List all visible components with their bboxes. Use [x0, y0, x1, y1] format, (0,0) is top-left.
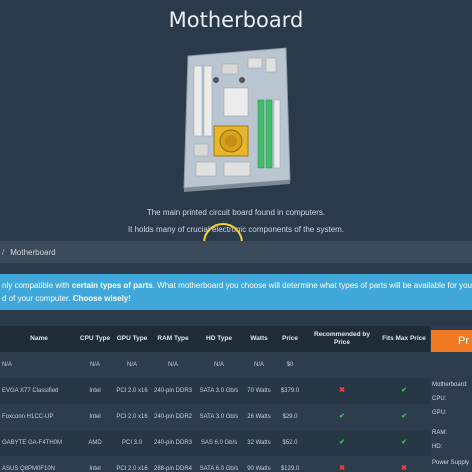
col-header-cpu-type: CPU Type — [79, 335, 111, 342]
cell-ram-type: 240-pin DDR3 — [153, 440, 193, 446]
breadcrumb-current[interactable]: Motherboard — [10, 248, 55, 257]
info-line-2: d of your computer. Choose wisely! — [2, 294, 131, 303]
cell-hd-type: SATA 6.0 Gb/s — [199, 466, 239, 472]
cell-price: $379.0 — [280, 388, 300, 394]
cell-recommended: ✔ — [306, 404, 378, 430]
cell-gpu-type: PCI 2.0 x16 — [116, 414, 148, 420]
info-line-1: nly compatible with certain types of par… — [2, 281, 472, 290]
col-header-gpu-type: GPU Type — [116, 335, 148, 342]
col-header-watts: Watts — [250, 335, 268, 342]
cell-cpu-type: N/A — [89, 362, 100, 368]
summary-label-gpu: GPU: — [432, 410, 447, 416]
cell-name: Foxconn H1CC-UP — [2, 414, 54, 420]
cell-watts: N/A — [253, 362, 264, 368]
summary-label-hd: HD: — [432, 444, 443, 450]
cell-price: $0 — [286, 362, 294, 368]
price-button[interactable]: Pr — [431, 330, 472, 352]
summary-label-motherboard: Motherboard: — [432, 382, 468, 388]
cell-fits-max-price: ✔ — [378, 404, 430, 430]
table-row[interactable]: Foxconn H1CC-UP Intel PCI 2.0 x16 240-pin D… — [0, 404, 430, 430]
col-header-hd-type: HD Type — [206, 335, 232, 342]
breadcrumb-separator: / — [2, 247, 5, 257]
cell-recommended: ✖ — [306, 456, 378, 472]
cell-fits-max-price: ✖ — [378, 456, 430, 472]
cell-price: $29.0 — [282, 414, 298, 420]
cell-gpu-type: PCI 2.0 x16 — [116, 466, 148, 472]
cell-hd-type: N/A — [213, 362, 224, 368]
col-header-ram-type: RAM Type — [157, 335, 189, 342]
cell-ram-type: 240-pin DDR2 — [153, 414, 193, 420]
cell-cpu-type: Intel — [89, 388, 101, 394]
build-summary-panel: Pr Motherboard: CPU: GPU: RAM: HD: Power… — [430, 326, 472, 472]
cell-recommended — [306, 352, 378, 378]
cell-fits-max-price: ✔ — [378, 430, 430, 456]
col-header-recommended: Recommended by Price — [314, 331, 370, 346]
description-line-1: The main printed circuit board found in … — [146, 208, 326, 217]
cell-recommended: ✔ — [306, 430, 378, 456]
cell-watts: 32 Watts — [247, 440, 271, 446]
cell-ram-type: N/A — [167, 362, 178, 368]
cell-cpu-type: AMD — [88, 440, 102, 446]
summary-label-ram: RAM: — [432, 430, 447, 436]
x-mark-icon: ✖ — [339, 387, 345, 394]
cell-watts: 26 Watts — [247, 414, 271, 420]
motherboard-icon — [183, 47, 291, 192]
cell-hd-type: SATA 3.0 Gb/s — [199, 414, 239, 420]
cell-gpu-type: PCI 2.0 x16 — [116, 388, 148, 394]
cell-recommended: ✖ — [306, 378, 378, 404]
cell-name: GABYTE GA-F4TH0M — [2, 440, 63, 446]
table-row[interactable]: ASUS Q8PM0F10N Intel PCI 2.0 x16 288-pin DD… — [0, 456, 430, 472]
cell-watts: 70 Watts — [247, 388, 271, 394]
cell-cpu-type: Intel — [89, 414, 101, 420]
x-mark-icon: ✖ — [401, 465, 407, 472]
breadcrumb: / Motherboard — [0, 241, 472, 263]
cell-gpu-type: PCI 3.0 — [121, 440, 142, 446]
summary-label-power-supply: Power Supply — [432, 460, 470, 466]
cell-name: EVGA X77 Classified — [2, 388, 59, 394]
summary-label-cpu: CPU: — [432, 396, 447, 402]
x-mark-icon: ✖ — [339, 465, 345, 472]
table-row[interactable]: EVGA X77 Classified Intel PCI 2.0 x16 240-p… — [0, 378, 430, 404]
cell-name: ASUS Q8PM0F10N — [2, 466, 56, 472]
table-row[interactable]: GABYTE GA-F4TH0M AMD PCI 3.0 240-pin DDR3 SA… — [0, 430, 430, 456]
check-mark-icon: ✔ — [339, 439, 345, 446]
cell-fits-max-price: ✔ — [378, 378, 430, 404]
check-mark-icon: ✔ — [401, 387, 407, 394]
cell-cpu-type: Intel — [89, 466, 101, 472]
compatibility-info-banner: nly compatible with certain types of par… — [0, 274, 472, 310]
cell-watts: 90 Watts — [247, 466, 271, 472]
cell-fits-max-price — [378, 352, 430, 378]
cell-ram-type: 240-pin DDR3 — [153, 388, 193, 394]
check-mark-icon: ✔ — [401, 413, 407, 420]
page-title: Motherboard — [168, 8, 304, 32]
cell-name: N/A — [2, 362, 13, 368]
cell-price: $129.0 — [280, 466, 300, 472]
check-mark-icon: ✔ — [401, 439, 407, 446]
col-header-price: Price — [282, 335, 298, 342]
motherboard-illustration — [182, 44, 292, 194]
col-header-fits-max-price: Fits Max Price — [382, 335, 426, 342]
check-mark-icon: ✔ — [339, 413, 345, 420]
cell-ram-type: 288-pin DDR4 — [153, 466, 193, 472]
cell-gpu-type: N/A — [126, 362, 137, 368]
cell-hd-type: SAS 6.0 Gb/s — [200, 440, 238, 446]
table-header-row: Name CPU Type GPU Type RAM Type HD Type … — [0, 326, 430, 352]
cell-hd-type: SATA 3.0 Gb/s — [199, 388, 239, 394]
motherboard-table: Name CPU Type GPU Type RAM Type HD Type … — [0, 326, 430, 472]
table-row[interactable]: N/A N/A N/A N/A N/A N/A $0 — [0, 352, 430, 378]
col-header-name: Name — [30, 335, 48, 342]
cell-price: $52.0 — [282, 440, 298, 446]
